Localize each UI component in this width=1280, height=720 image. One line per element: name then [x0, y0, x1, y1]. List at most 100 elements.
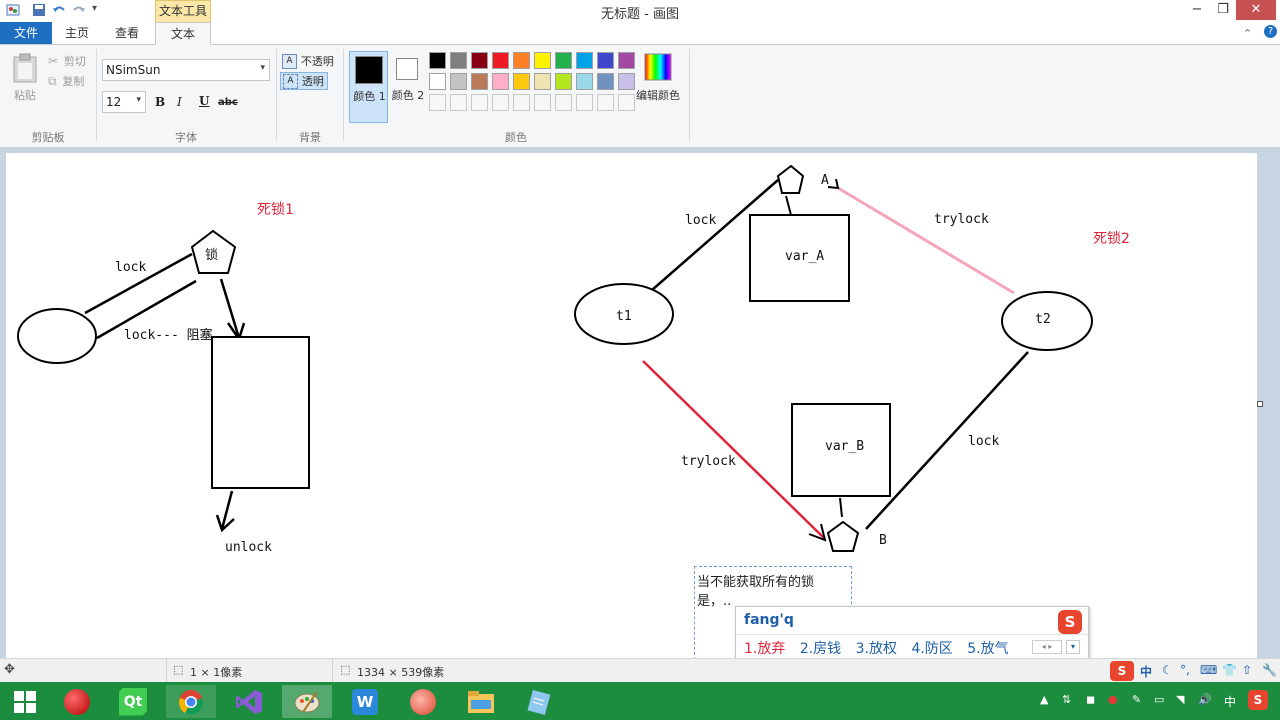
status-bar: ✥ ⬚ 1 × 1像素 ⬚ 1334 × 539像素 S 中 ☾ °, ⌨ 👕 …: [0, 658, 1280, 683]
ime-candidate-2[interactable]: 2.房钱: [800, 641, 841, 657]
tray-volume-icon[interactable]: 🔊: [1198, 693, 1212, 706]
sogou-toolbar-icon[interactable]: S: [1110, 661, 1134, 681]
palette-swatch[interactable]: [534, 52, 551, 69]
font-size-select[interactable]: 12 ▾: [102, 91, 146, 113]
text-line-1: 当不能获取所有的锁: [697, 575, 815, 590]
custom-color-slot[interactable]: [576, 94, 593, 111]
palette-swatch[interactable]: [576, 52, 593, 69]
tray-up-arrow-icon[interactable]: ▲: [1040, 693, 1048, 706]
custom-color-slot[interactable]: [534, 94, 551, 111]
tray-battery-icon[interactable]: ▭: [1154, 693, 1164, 706]
custom-color-slot[interactable]: [450, 94, 467, 111]
visual-studio-icon[interactable]: [224, 685, 274, 718]
italic-button[interactable]: I: [177, 95, 182, 109]
color2-button[interactable]: 颜色 2: [391, 51, 425, 123]
tab-file[interactable]: 文件: [0, 22, 52, 44]
collapse-ribbon-icon[interactable]: ⌃: [1243, 27, 1252, 40]
palette-swatch[interactable]: [597, 52, 614, 69]
start-icon[interactable]: [0, 685, 50, 718]
divider: [736, 634, 1088, 635]
custom-color-slot[interactable]: [618, 94, 635, 111]
palette-swatch[interactable]: [534, 73, 551, 90]
strikethrough-button[interactable]: abc: [218, 97, 238, 108]
color2-swatch: [396, 58, 418, 80]
palette-swatch[interactable]: [471, 52, 488, 69]
palette-swatch[interactable]: [513, 73, 530, 90]
palette-swatch[interactable]: [618, 52, 635, 69]
custom-color-slot[interactable]: [492, 94, 509, 111]
tray-record-icon[interactable]: ●: [1108, 693, 1118, 706]
tab-home[interactable]: 主页: [55, 22, 99, 44]
ime-skin-icon[interactable]: 👕: [1222, 663, 1237, 677]
background-group-label: 背景: [299, 131, 321, 144]
cut-button[interactable]: ✂ 剪切: [48, 53, 86, 69]
palette-swatch[interactable]: [471, 73, 488, 90]
palette-swatch[interactable]: [492, 73, 509, 90]
tray-ime-indicator[interactable]: 中: [1224, 693, 1236, 710]
transparent-button[interactable]: A 透明: [280, 72, 328, 90]
help-icon[interactable]: ?: [1264, 25, 1277, 38]
ime-arrow-icon[interactable]: ⇧: [1242, 663, 1252, 677]
chrome-icon[interactable]: [166, 685, 216, 718]
maximize-button[interactable]: ❐: [1208, 0, 1238, 20]
edit-colors-button[interactable]: [644, 53, 672, 84]
ime-candidate-1[interactable]: 1.放弃: [744, 641, 785, 657]
notepad-icon[interactable]: [514, 685, 564, 718]
ime-punct-icon[interactable]: °,: [1180, 663, 1190, 677]
tray-network-icon[interactable]: ⇅: [1062, 693, 1071, 706]
app-icon[interactable]: [398, 685, 448, 718]
tab-text[interactable]: 文本: [155, 22, 211, 45]
palette-swatch[interactable]: [576, 73, 593, 90]
close-button[interactable]: ✕: [1236, 0, 1276, 20]
file-explorer-icon[interactable]: [456, 685, 506, 718]
wps-icon[interactable]: W: [340, 685, 390, 718]
ime-expand-icon[interactable]: ▾: [1066, 640, 1080, 654]
tray-wifi-icon[interactable]: ◥: [1176, 693, 1184, 706]
ime-candidate-5[interactable]: 5.放气: [967, 641, 1008, 657]
tray-app-icon[interactable]: ◼: [1086, 693, 1095, 706]
custom-color-slot[interactable]: [513, 94, 530, 111]
ribbon: 粘贴 ✂ 剪切 ⧉ 复制 剪贴板 NSimSun ▾ 12 ▾ B I U ab…: [0, 45, 1280, 148]
copy-button[interactable]: ⧉ 复制: [48, 73, 84, 89]
record-icon[interactable]: [52, 685, 102, 718]
qt-icon[interactable]: Qt: [108, 685, 158, 718]
palette-swatch[interactable]: [429, 52, 446, 69]
custom-color-slot[interactable]: [597, 94, 614, 111]
palette-swatch[interactable]: [450, 73, 467, 90]
lock-t1-label: lock: [685, 213, 717, 228]
ime-moon-icon[interactable]: ☾: [1162, 663, 1173, 677]
ime-keyboard-icon[interactable]: ⌨: [1200, 663, 1217, 677]
opaque-label: 不透明: [300, 55, 334, 68]
ime-settings-icon[interactable]: 🔧: [1262, 663, 1277, 677]
custom-color-slot[interactable]: [429, 94, 446, 111]
tray-pen-icon[interactable]: ✎: [1132, 693, 1141, 706]
tab-view[interactable]: 查看: [103, 22, 151, 44]
ime-mode-chinese[interactable]: 中: [1140, 663, 1152, 680]
underline-button[interactable]: U: [199, 94, 209, 108]
palette-swatch[interactable]: [450, 52, 467, 69]
palette-swatch[interactable]: [555, 73, 572, 90]
chevron-down-icon: ▾: [136, 95, 141, 105]
paint-icon[interactable]: [282, 685, 332, 718]
palette-swatch[interactable]: [492, 52, 509, 69]
palette-swatch[interactable]: [555, 52, 572, 69]
drawing-canvas[interactable]: 死锁1 死锁2 锁 lock lock--- 阻塞 unlock lock tr…: [6, 153, 1257, 658]
font-family-select[interactable]: NSimSun ▾: [102, 59, 270, 81]
paste-label: 粘贴: [14, 89, 36, 102]
palette-swatch[interactable]: [597, 73, 614, 90]
ime-candidate-3[interactable]: 3.放权: [856, 641, 897, 657]
canvas-resize-handle-right[interactable]: [1257, 401, 1263, 407]
color1-button[interactable]: 颜色 1: [349, 51, 388, 123]
tray-sogou-icon[interactable]: S: [1248, 690, 1268, 710]
custom-color-slot[interactable]: [471, 94, 488, 111]
var-a-label: var_A: [785, 249, 825, 264]
palette-swatch[interactable]: [618, 73, 635, 90]
opaque-button[interactable]: A 不透明: [282, 53, 342, 71]
palette-swatch[interactable]: [429, 73, 446, 90]
custom-color-slot[interactable]: [555, 94, 572, 111]
paste-button[interactable]: 粘贴: [12, 53, 38, 102]
ime-page-arrows-icon[interactable]: ◂ ▸: [1032, 640, 1062, 654]
ime-candidate-4[interactable]: 4.防区: [911, 641, 952, 657]
bold-button[interactable]: B: [155, 95, 165, 109]
palette-swatch[interactable]: [513, 52, 530, 69]
